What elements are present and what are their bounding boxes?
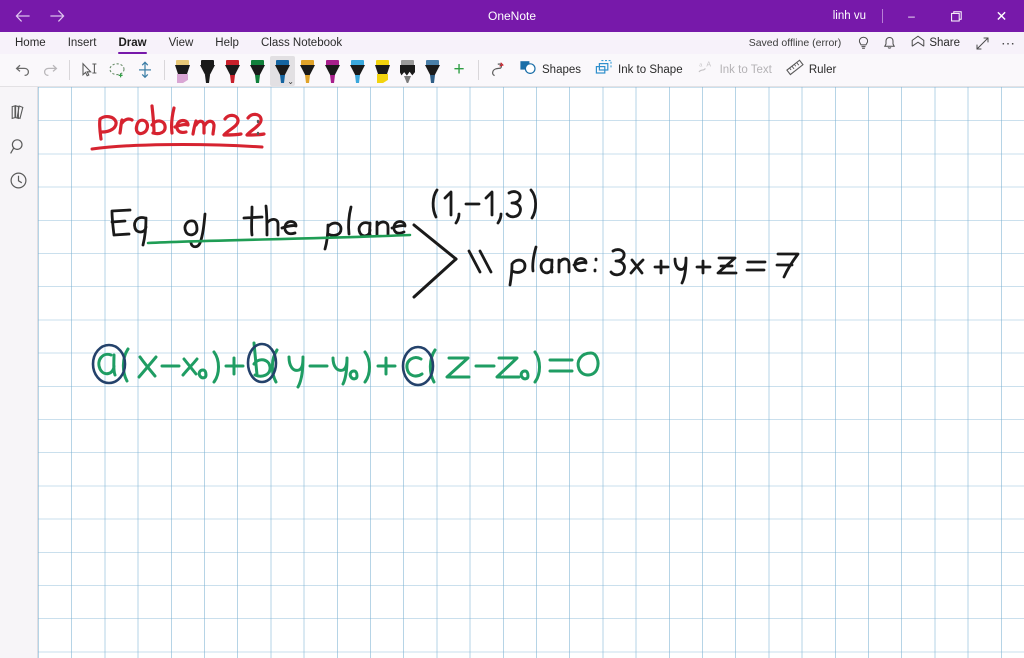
pen-highlighter-pink[interactable] xyxy=(170,56,195,86)
left-sidebar xyxy=(0,87,38,658)
ink-angle-bracket xyxy=(412,223,458,299)
ink-to-shape-icon xyxy=(595,59,613,81)
tab-home[interactable]: Home xyxy=(4,32,57,54)
undo-button[interactable] xyxy=(8,56,36,84)
ribbon-divider-1 xyxy=(69,60,70,80)
title-bar-right-group: linh vu – ✕ xyxy=(823,0,1024,32)
chevron-down-icon[interactable]: ⌄ xyxy=(287,78,294,86)
add-pen-label: + xyxy=(453,58,465,80)
bell-icon[interactable] xyxy=(877,32,901,54)
pen-black[interactable] xyxy=(195,56,220,86)
share-button[interactable]: Share xyxy=(903,32,968,54)
ink-to-text-icon: A a xyxy=(697,59,715,81)
recent-icon[interactable] xyxy=(3,163,35,197)
ink-to-text-label: Ink to Text xyxy=(719,64,772,76)
forward-icon[interactable] xyxy=(40,1,74,31)
title-bar-nav-group xyxy=(0,1,74,31)
ribbon-divider-2 xyxy=(164,60,165,80)
account-name[interactable]: linh vu xyxy=(823,10,876,22)
shapes-button[interactable]: Shapes xyxy=(512,56,588,84)
pen-red[interactable] xyxy=(220,56,245,86)
tab-class-notebook[interactable]: Class Notebook xyxy=(250,32,353,54)
minimize-button[interactable]: – xyxy=(889,0,934,32)
ink-point-coordinates xyxy=(431,188,538,225)
tab-help[interactable]: Help xyxy=(204,32,250,54)
shapes-icon xyxy=(519,59,537,81)
add-pen-button[interactable]: + xyxy=(445,55,473,85)
pen-gold[interactable] xyxy=(295,56,320,86)
share-label: Share xyxy=(929,37,960,49)
notebooks-icon[interactable] xyxy=(3,95,35,129)
ribbon-divider-3 xyxy=(478,60,479,80)
restore-button[interactable] xyxy=(934,0,979,32)
pen-steel-blue[interactable] xyxy=(420,56,445,86)
share-icon xyxy=(911,35,925,51)
redo-button[interactable] xyxy=(36,56,64,84)
menu-bar-right-group: Saved offline (error) Share ⋯ xyxy=(749,32,1020,54)
ink-parallel-plane-equation xyxy=(467,245,800,287)
tab-draw[interactable]: Draw xyxy=(107,32,157,54)
more-options-button[interactable]: ⋯ xyxy=(996,32,1020,54)
svg-text:A: A xyxy=(706,62,711,69)
pen-green[interactable] xyxy=(245,56,270,86)
pen-blue[interactable]: ⌄ xyxy=(270,56,295,86)
close-button[interactable]: ✕ xyxy=(979,0,1024,32)
ruler-icon xyxy=(785,59,804,81)
ink-to-shape-button[interactable]: Ink to Shape xyxy=(588,56,690,84)
draw-ribbon: ⌄ + Shapes Ink to Shape A a Ink to Text … xyxy=(0,54,1024,87)
pen-gallery: ⌄ xyxy=(170,54,445,86)
save-status-text: Saved offline (error) xyxy=(748,37,842,49)
title-bar: OneNote linh vu – ✕ xyxy=(0,0,1024,32)
ribbon-tab-list: Home Insert Draw View Help Class Noteboo… xyxy=(0,32,353,54)
ink-to-text-button: A a Ink to Text xyxy=(690,56,779,84)
ink-plane-equation-green xyxy=(97,341,600,389)
pen-magenta[interactable] xyxy=(320,56,345,86)
pen-cyan[interactable] xyxy=(345,56,370,86)
ink-strokes xyxy=(90,104,800,389)
lightbulb-icon[interactable] xyxy=(851,32,875,54)
menu-bar: Home Insert Draw View Help Class Noteboo… xyxy=(0,32,1024,54)
back-icon[interactable] xyxy=(6,1,40,31)
insert-space-icon[interactable] xyxy=(131,56,159,84)
svg-text:a: a xyxy=(699,62,703,68)
eraser-icon[interactable] xyxy=(484,56,512,84)
expand-diagonal-icon[interactable] xyxy=(970,32,994,54)
ink-title-problem-22 xyxy=(90,104,266,151)
ruler-button[interactable]: Ruler xyxy=(779,56,843,84)
shapes-label: Shapes xyxy=(542,64,582,76)
onenote-window: OneNote linh vu – ✕ Home Insert Draw Vie… xyxy=(0,0,1024,658)
highlighter-yellow[interactable] xyxy=(370,56,395,86)
tab-view[interactable]: View xyxy=(158,32,205,54)
lasso-select-icon[interactable] xyxy=(103,56,131,84)
select-text-icon[interactable] xyxy=(75,56,103,84)
ink-to-shape-label: Ink to Shape xyxy=(618,64,683,76)
title-bar-divider xyxy=(882,9,883,23)
search-icon[interactable] xyxy=(3,129,35,163)
note-page-canvas[interactable]: Problem 22 Eq of the plane ( 1, -1, 3 ) … xyxy=(38,87,1024,658)
ruler-label: Ruler xyxy=(808,64,837,76)
ink-line-eq-of-the-plane xyxy=(110,204,412,251)
pencil-gray[interactable] xyxy=(395,56,420,86)
tab-insert[interactable]: Insert xyxy=(57,32,108,54)
